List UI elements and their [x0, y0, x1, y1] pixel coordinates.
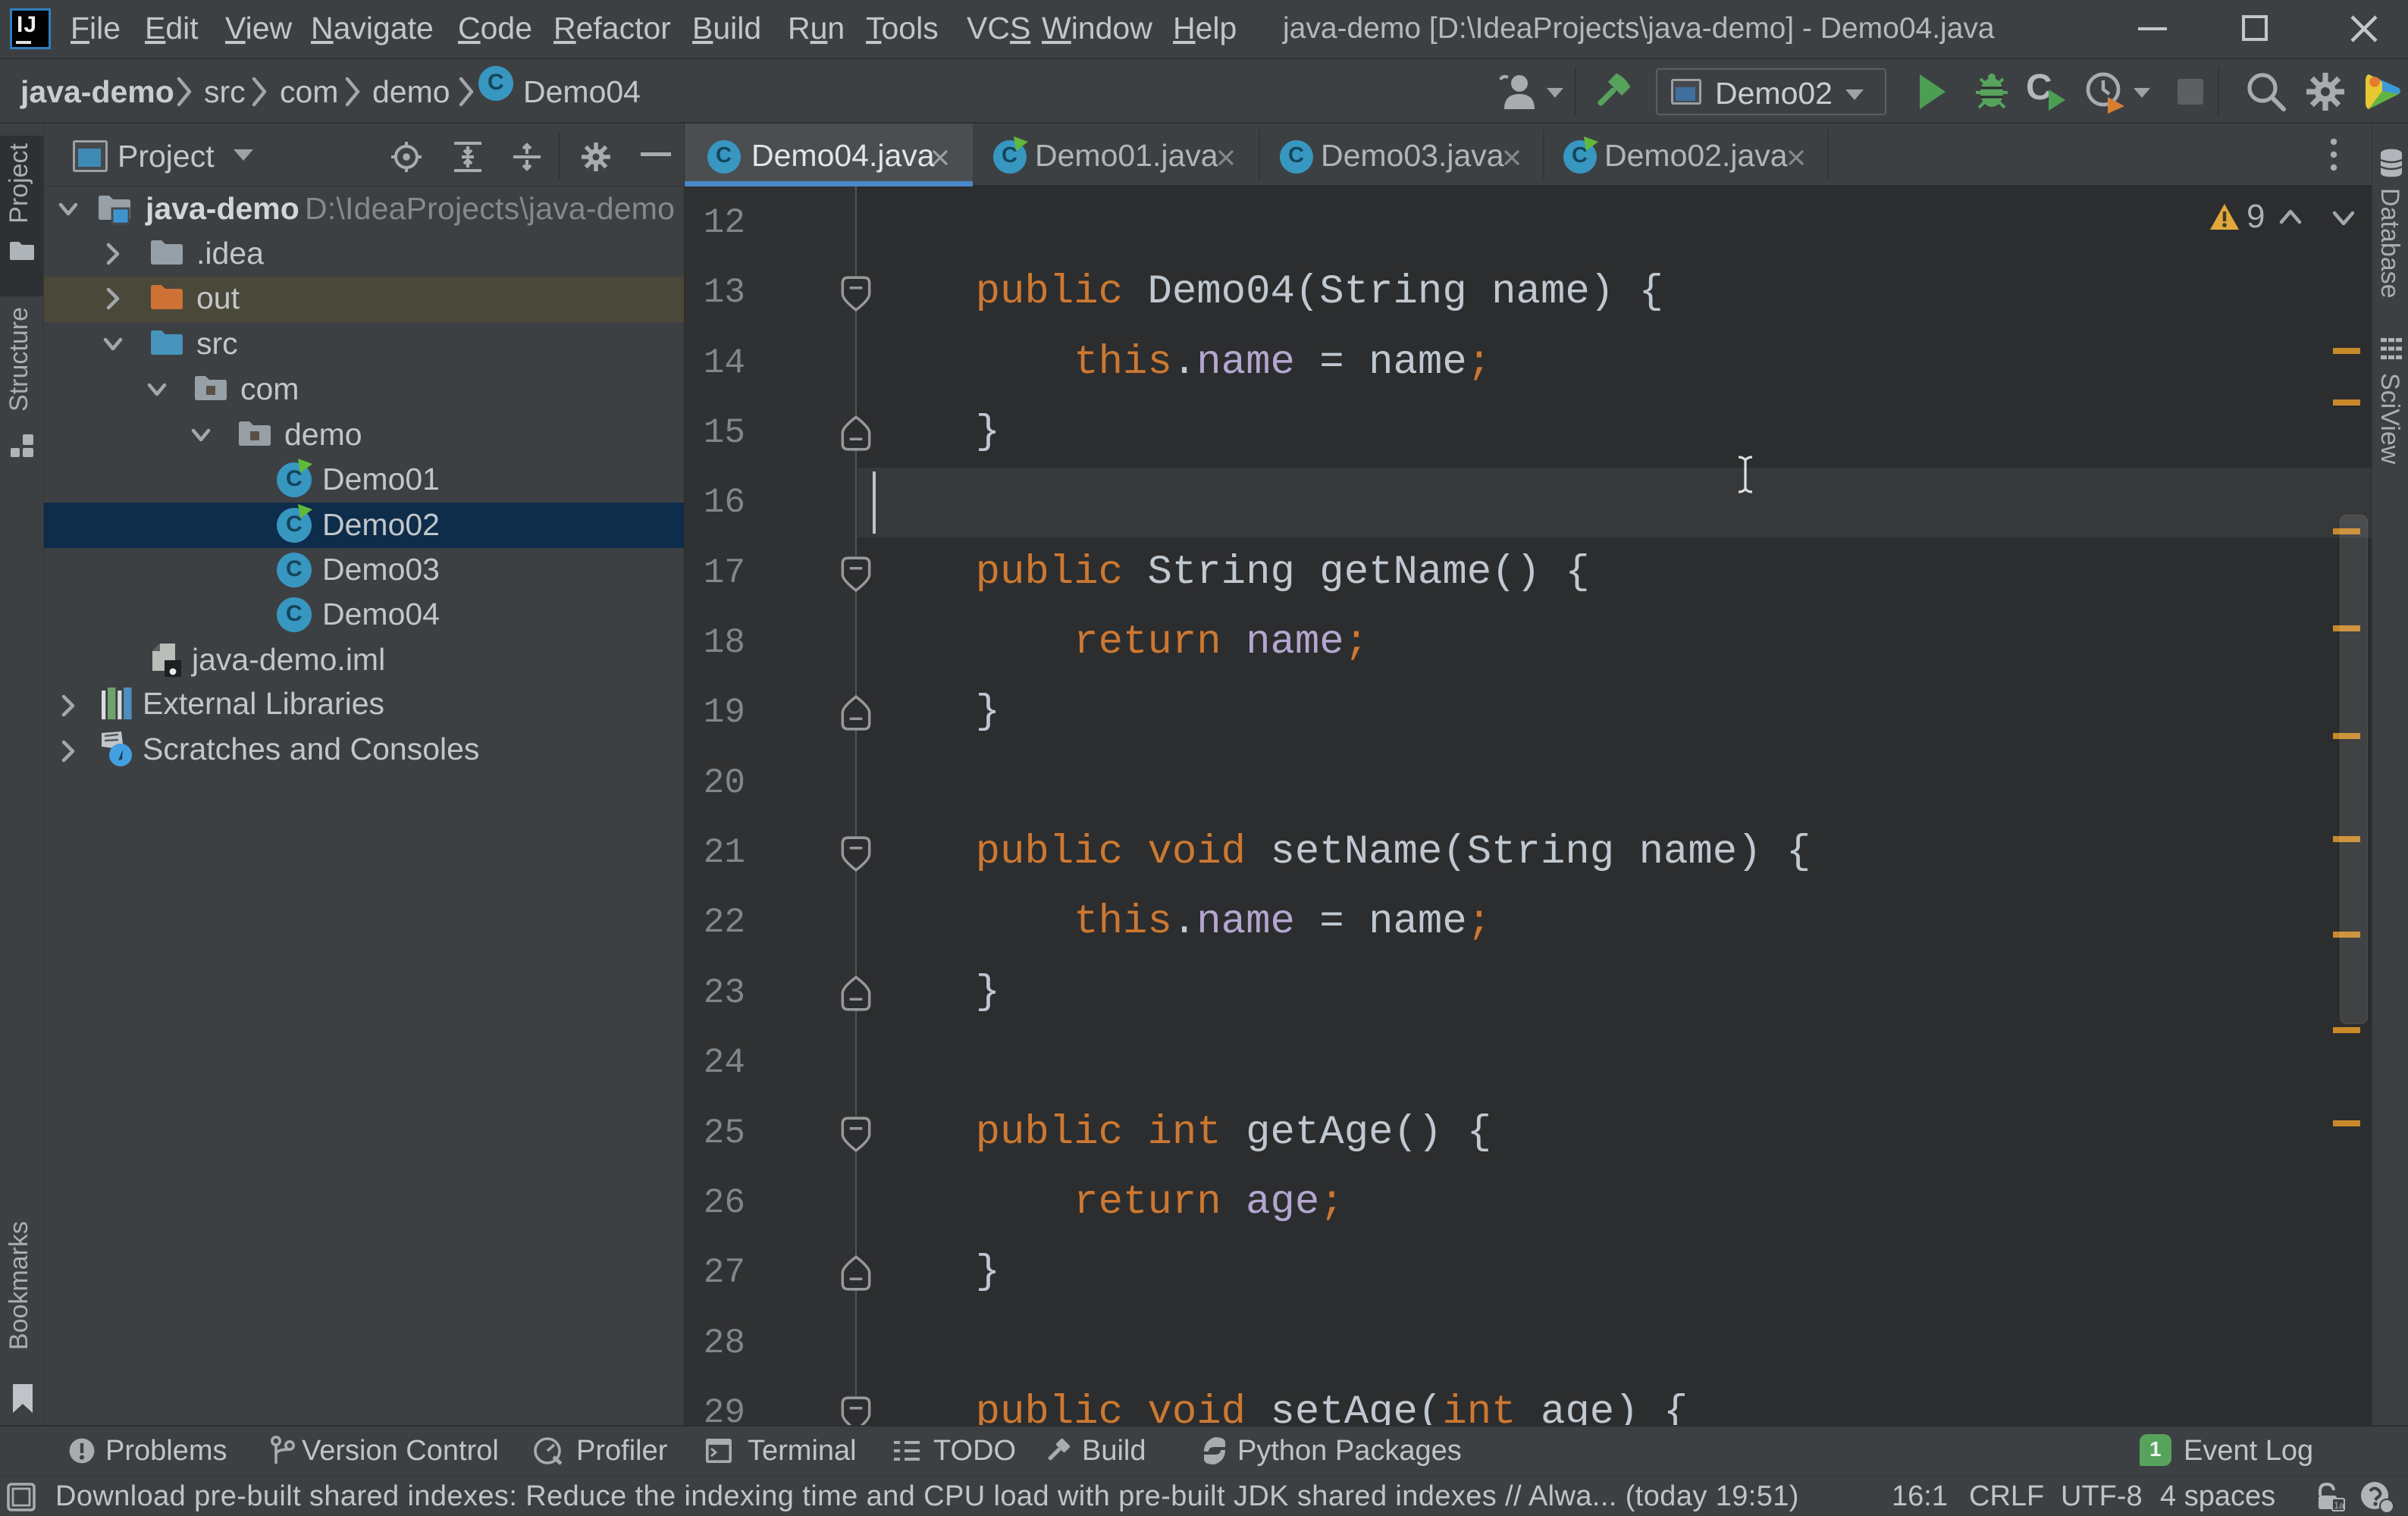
svg-text:1a: 1a — [2334, 1500, 2344, 1511]
